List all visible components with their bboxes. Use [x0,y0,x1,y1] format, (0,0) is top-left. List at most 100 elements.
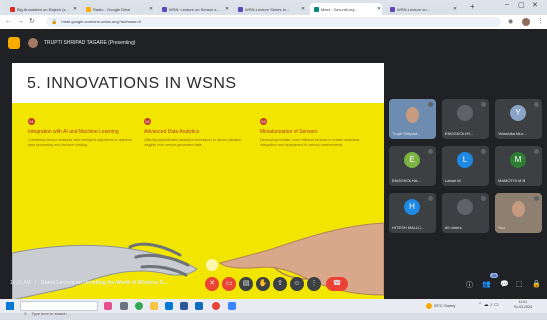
present-button[interactable]: ⇪ [273,277,287,291]
clock-date: 01-03-2024 [514,305,532,309]
system-tray-icons[interactable]: ⌃ ☁ ♪ ▭ [478,302,499,308]
tab-label: WSN-Lecture on... [397,6,430,12]
slide-column-number: 02 [144,118,151,125]
participant-tile[interactable]: M MAMOTHI M B [495,146,542,186]
slide-column-1: 01 Integration with AI and Machine Learn… [28,118,138,148]
shared-slide: 5. INNOVATIONS IN WSNS 01 Integration wi… [12,63,384,300]
browser-tab[interactable]: Radio - Google Drive ✕ [82,3,154,15]
raise-hand-button[interactable]: ✋ [256,277,270,291]
participant-tile[interactable]: Trupti Shripad... [389,99,436,139]
close-window-icon[interactable]: ✕ [532,1,538,9]
chrome-icon[interactable] [135,302,143,310]
participant-video [512,201,525,217]
participant-name: 89 others [445,225,462,230]
camera-indicator-icon[interactable]: ◉ [508,17,513,27]
leave-call-button[interactable]: ☎ [326,277,348,291]
windows-start-icon[interactable] [6,302,14,310]
browser-toolbar: ← → ↻ 🔒 meet.google.com/one-odnw-ang?aut… [0,15,547,29]
participant-name: Lahari M [445,178,461,183]
tab-close-icon[interactable]: ✕ [148,6,154,12]
browser-tab[interactable]: WSN-Lecture Series In... ✕ [234,3,306,15]
maximize-icon[interactable]: ▢ [518,1,525,9]
tab-close-icon[interactable]: ✕ [300,6,306,12]
weather-text[interactable]: 29°C Sunny [434,303,455,308]
mic-muted-icon [481,196,486,201]
tab-favicon-icon [10,6,15,12]
mic-muted-icon [534,149,539,154]
people-icon[interactable]: 👥 [482,280,491,288]
reload-icon[interactable]: ↻ [29,17,35,27]
slide-title: 5. INNOVATIONS IN WSNS [27,75,237,92]
mail-icon[interactable] [195,302,203,310]
participant-avatar [457,105,473,121]
tab-close-icon[interactable]: ✕ [452,6,458,12]
camera-off-button[interactable]: ▭ [222,277,236,291]
participant-name: HITESH MALLC... [392,225,425,230]
presenter-bar: TRUPTI SHRIPAD TAGARE (Presenting) [8,34,135,52]
tab-favicon-icon [238,6,243,12]
weather-icon [426,303,432,309]
host-controls-icon[interactable]: 🔒 [532,280,541,288]
taskbar-clock[interactable]: 11:01 01-03-2024 [514,300,532,310]
info-icon[interactable]: ⓘ [466,280,473,290]
participant-tile[interactable]: E ENGGKOLHA... [389,146,436,186]
browser-tab[interactable]: Big Annotated on Rajesh (s... ✕ [6,3,78,15]
chat-icon[interactable]: 💬 [500,280,509,288]
chrome-active-icon[interactable] [212,302,220,310]
participant-tile[interactable]: H HITESH MALLC... [389,193,436,233]
paint-icon[interactable] [228,302,236,310]
store-icon[interactable] [165,302,173,310]
mic-muted-icon [428,102,433,107]
participant-tile[interactable]: ENGGKOLHY... [442,99,489,139]
meeting-time: 11:01 AM [10,280,31,286]
new-tab-button[interactable]: + [470,2,475,11]
slide-column-body: Combining sensor networks with intellige… [28,138,132,147]
tab-close-icon[interactable]: ✕ [224,6,230,12]
slide-column-body: Utilizing sophisticated analytics techni… [144,138,242,147]
participant-tile[interactable]: You [495,193,542,233]
captions-button[interactable]: ▤ [239,277,253,291]
meeting-title: Guest Lecture on Unveiling the World of … [40,280,168,286]
tab-label: Big Annotated on Rajesh (s... [17,6,69,12]
minimize-icon[interactable]: – [505,1,509,8]
mic-muted-icon [428,149,433,154]
slide-column-2: 02 Advanced Data Analytics Utilizing sop… [144,118,254,148]
file-explorer-icon[interactable] [150,302,158,310]
participant-name: MAMOTHI M B [498,178,526,183]
participant-avatar: H [404,199,420,215]
participant-name: You [498,225,505,230]
search-placeholder: Type here to search [31,311,67,316]
browser-tab[interactable]: WSN-Lecture on... ✕ [386,3,458,15]
reactions-button[interactable]: ☺ [290,277,304,291]
widgets-icon[interactable] [104,302,112,310]
more-options-button[interactable]: ⋮ [307,277,321,291]
browser-tab-bar: Big Annotated on Rajesh (s... ✕ Radio - Go… [0,0,547,15]
participant-tile[interactable]: Y Yelashika Mur... [495,99,542,139]
forward-icon[interactable]: → [17,17,24,27]
participant-tile[interactable]: L Lahari M [442,146,489,186]
tab-favicon-icon [390,6,395,12]
tab-close-icon[interactable]: ✕ [376,6,382,12]
address-bar[interactable]: 🔒 meet.google.com/one-odnw-ang?authuser=… [46,17,501,27]
back-icon[interactable]: ← [5,17,12,27]
mic-muted-icon [534,196,539,201]
mic-muted-icon [481,102,486,107]
mic-off-button[interactable]: ✕ [205,277,219,291]
participant-avatar [457,199,473,215]
browser-tab[interactable]: Meet - Gen-rslt-my... ✕ [310,3,382,15]
activities-icon[interactable]: ⬚ [516,280,523,288]
meet-window: TRUPTI SHRIPAD TAGARE (Presenting) 5. IN… [0,29,547,300]
tab-close-icon[interactable]: ✕ [72,6,78,12]
presenter-name: TRUPTI SHRIPAD TAGARE (Presenting) [44,40,136,46]
task-view-icon[interactable] [120,302,128,310]
taskbar-search[interactable]: ⌕ Type here to search [20,301,98,317]
tab-label: WSN-Lecture Series In... [245,6,290,12]
slide-column-number: 03 [260,118,267,125]
url-text: meet.google.com/one-odnw-ang?authuser=0 [61,19,142,24]
participant-tile[interactable]: 89 others [442,193,489,233]
menu-icon[interactable]: ⋮ [537,17,544,27]
browser-tab[interactable]: WSN: Lecture on Sensor s... ✕ [158,3,230,15]
profile-avatar[interactable] [522,18,530,26]
lock-icon: 🔒 [51,19,58,25]
word-icon[interactable] [180,302,188,310]
